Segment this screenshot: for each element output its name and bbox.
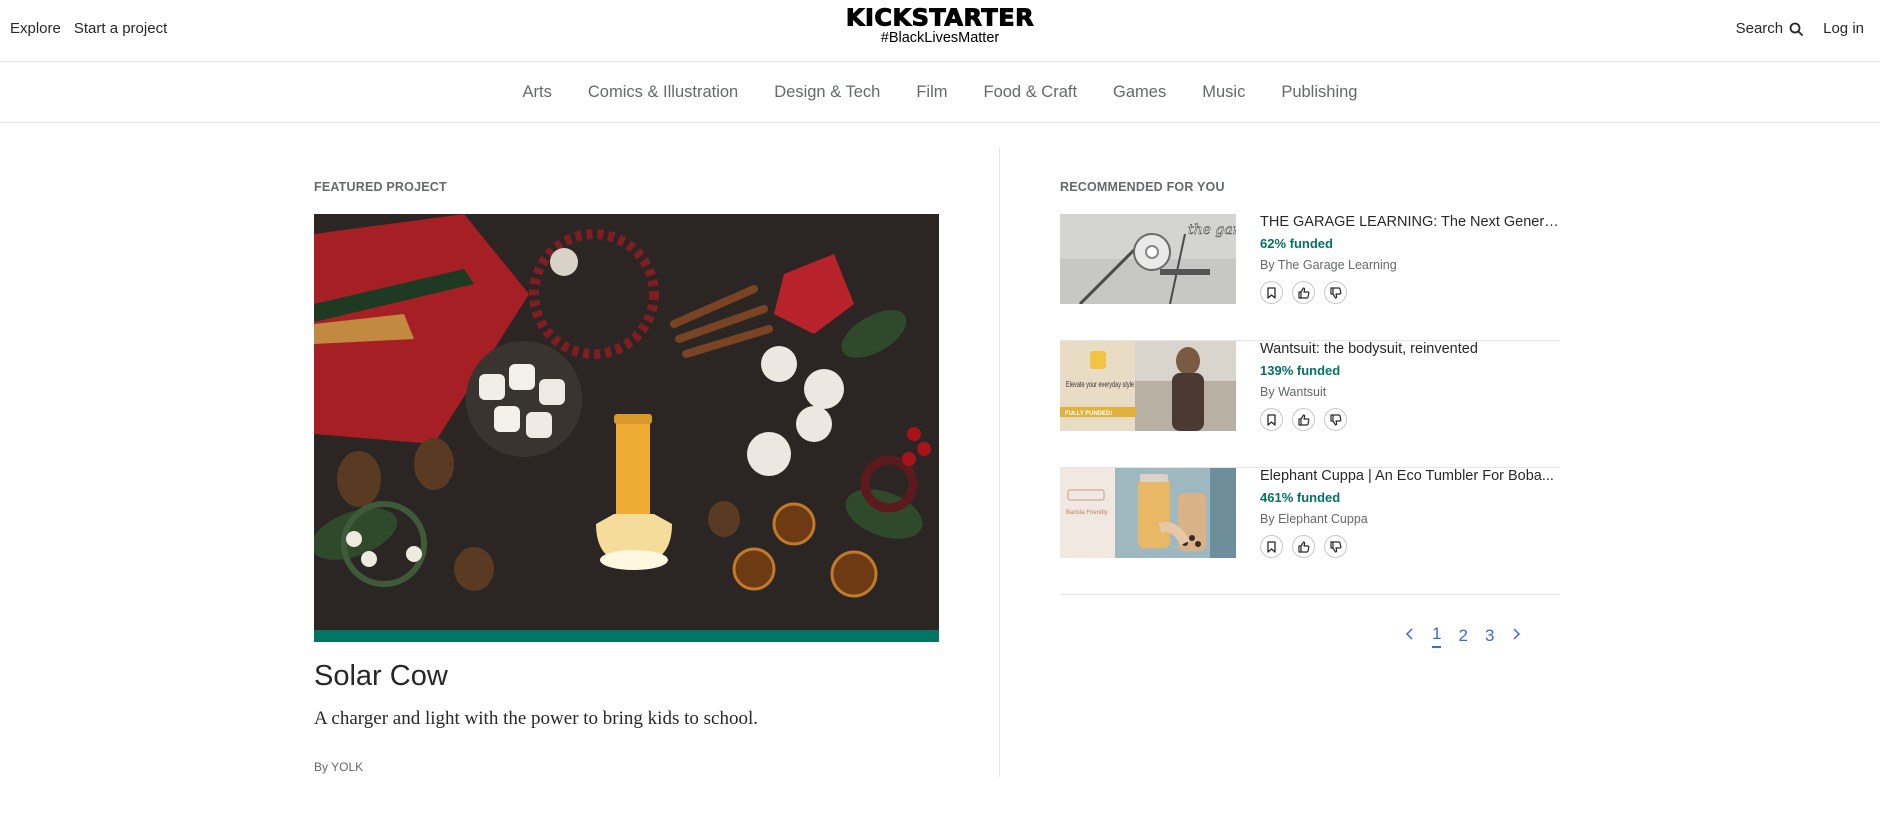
logo-block: KICKSTARTER #BlackLivesMatter xyxy=(0,4,1880,46)
recommended-title[interactable]: Wantsuit: the bodysuit, reinvented xyxy=(1260,341,1560,357)
elephant-thumbnail-text: Barista Friendly xyxy=(1066,510,1108,516)
page-1-link[interactable]: 1 xyxy=(1432,624,1442,648)
header-right-nav: Search Log in xyxy=(1736,20,1864,37)
recommended-item: Elevate your everyday style FULLY FUNDED… xyxy=(1060,341,1560,468)
recommended-creator: By Wantsuit xyxy=(1260,385,1326,399)
thumbs-up-button[interactable] xyxy=(1292,408,1315,431)
featured-project-image[interactable] xyxy=(314,214,939,630)
bookmark-button[interactable] xyxy=(1260,281,1283,304)
login-link[interactable]: Log in xyxy=(1823,20,1864,37)
wantsuit-thumbnail-art: Elevate your everyday style FULLY FUNDED… xyxy=(1060,341,1236,431)
thumbs-up-icon xyxy=(1297,286,1309,299)
recommended-title[interactable]: Elephant Cuppa | An Eco Tumbler For Boba… xyxy=(1260,468,1560,484)
thumbs-up-button[interactable] xyxy=(1292,281,1315,304)
recommended-item: the garage THE GARAGE LEARNING: The Next… xyxy=(1060,214,1560,341)
featured-project-blurb: A charger and light with the power to br… xyxy=(314,708,758,729)
next-page-button[interactable] xyxy=(1511,626,1521,646)
bookmark-icon xyxy=(1267,540,1276,553)
thumbs-up-icon xyxy=(1297,540,1309,553)
wantsuit-thumbnail-text: Elevate your everyday style xyxy=(1066,379,1134,389)
recommended-actions xyxy=(1260,408,1347,431)
thumbs-up-button[interactable] xyxy=(1292,535,1315,558)
bookmark-icon xyxy=(1267,286,1276,299)
featured-project-title[interactable]: Solar Cow xyxy=(314,660,448,693)
recommended-actions xyxy=(1260,281,1347,304)
recommended-by-prefix: By xyxy=(1260,258,1275,272)
chevron-right-icon xyxy=(1513,628,1521,640)
recommended-thumbnail[interactable]: Elevate your everyday style FULLY FUNDED… xyxy=(1060,341,1236,431)
recommended-by-prefix: By xyxy=(1260,512,1275,526)
thumbs-down-icon xyxy=(1329,413,1341,426)
garage-thumbnail-text: the garage xyxy=(1188,222,1236,238)
search-icon xyxy=(1789,22,1804,36)
recommended-thumbnail[interactable]: the garage xyxy=(1060,214,1236,304)
featured-section-label: FEATURED PROJECT xyxy=(314,180,447,194)
category-food-craft[interactable]: Food & Craft xyxy=(984,83,1078,102)
bookmark-button[interactable] xyxy=(1260,535,1283,558)
recommended-creator-link[interactable]: The Garage Learning xyxy=(1278,258,1397,272)
search-label: Search xyxy=(1735,20,1784,37)
site-header: Explore Start a project KICKSTARTER #Bla… xyxy=(0,0,1880,62)
recommended-creator-link[interactable]: Wantsuit xyxy=(1278,385,1326,399)
featured-progress-bar xyxy=(314,630,939,642)
recommended-creator: By The Garage Learning xyxy=(1260,258,1397,272)
thumbs-down-button[interactable] xyxy=(1324,408,1347,431)
chevron-left-icon xyxy=(1405,628,1413,640)
recommended-creator-link[interactable]: Elephant Cuppa xyxy=(1278,512,1368,526)
category-music[interactable]: Music xyxy=(1202,83,1245,102)
bookmark-icon xyxy=(1267,413,1276,426)
thumbs-down-icon xyxy=(1329,540,1341,553)
column-divider xyxy=(999,147,1000,777)
category-comics-illustration[interactable]: Comics & Illustration xyxy=(588,83,738,102)
recommended-actions xyxy=(1260,535,1347,558)
thumbs-down-button[interactable] xyxy=(1324,535,1347,558)
featured-by-prefix: By xyxy=(314,760,329,774)
recommended-item: Barista Friendly Elephant Cuppa | An Eco… xyxy=(1060,468,1560,595)
recommended-creator: By Elephant Cuppa xyxy=(1260,512,1368,526)
kickstarter-logo[interactable]: KICKSTARTER xyxy=(845,4,1034,32)
page-2-link[interactable]: 2 xyxy=(1458,626,1467,646)
garage-thumbnail-art: the garage xyxy=(1060,214,1236,304)
category-film[interactable]: Film xyxy=(916,83,947,102)
thumbs-up-icon xyxy=(1297,413,1309,426)
featured-project-creator: By YOLK xyxy=(314,760,363,774)
elephant-cuppa-thumbnail-art: Barista Friendly xyxy=(1060,468,1236,558)
category-arts[interactable]: Arts xyxy=(523,83,552,102)
recommended-thumbnail[interactable]: Barista Friendly xyxy=(1060,468,1236,558)
featured-image-art xyxy=(314,214,939,630)
category-publishing[interactable]: Publishing xyxy=(1281,83,1357,102)
thumbs-down-button[interactable] xyxy=(1324,281,1347,304)
search-button[interactable]: Search xyxy=(1736,20,1804,37)
recommended-funded: 139% funded xyxy=(1260,363,1341,378)
recommended-pagination: 1 2 3 xyxy=(1405,624,1521,648)
recommended-funded: 461% funded xyxy=(1260,490,1341,505)
recommended-title[interactable]: THE GARAGE LEARNING: The Next Generatio.… xyxy=(1260,214,1560,230)
recommended-section-label: RECOMMENDED FOR YOU xyxy=(1060,180,1225,194)
bookmark-button[interactable] xyxy=(1260,408,1283,431)
thumbs-down-icon xyxy=(1329,286,1341,299)
recommended-by-prefix: By xyxy=(1260,385,1275,399)
category-games[interactable]: Games xyxy=(1113,83,1166,102)
category-nav: Arts Comics & Illustration Design & Tech… xyxy=(0,63,1880,123)
featured-creator-link[interactable]: YOLK xyxy=(331,760,363,774)
wantsuit-thumbnail-badge: FULLY FUNDED! xyxy=(1065,411,1112,417)
category-design-tech[interactable]: Design & Tech xyxy=(774,83,880,102)
page-3-link[interactable]: 3 xyxy=(1485,626,1494,646)
recommended-funded: 62% funded xyxy=(1260,236,1333,251)
previous-page-button[interactable] xyxy=(1405,626,1415,646)
blm-tagline[interactable]: #BlackLivesMatter xyxy=(0,30,1880,46)
